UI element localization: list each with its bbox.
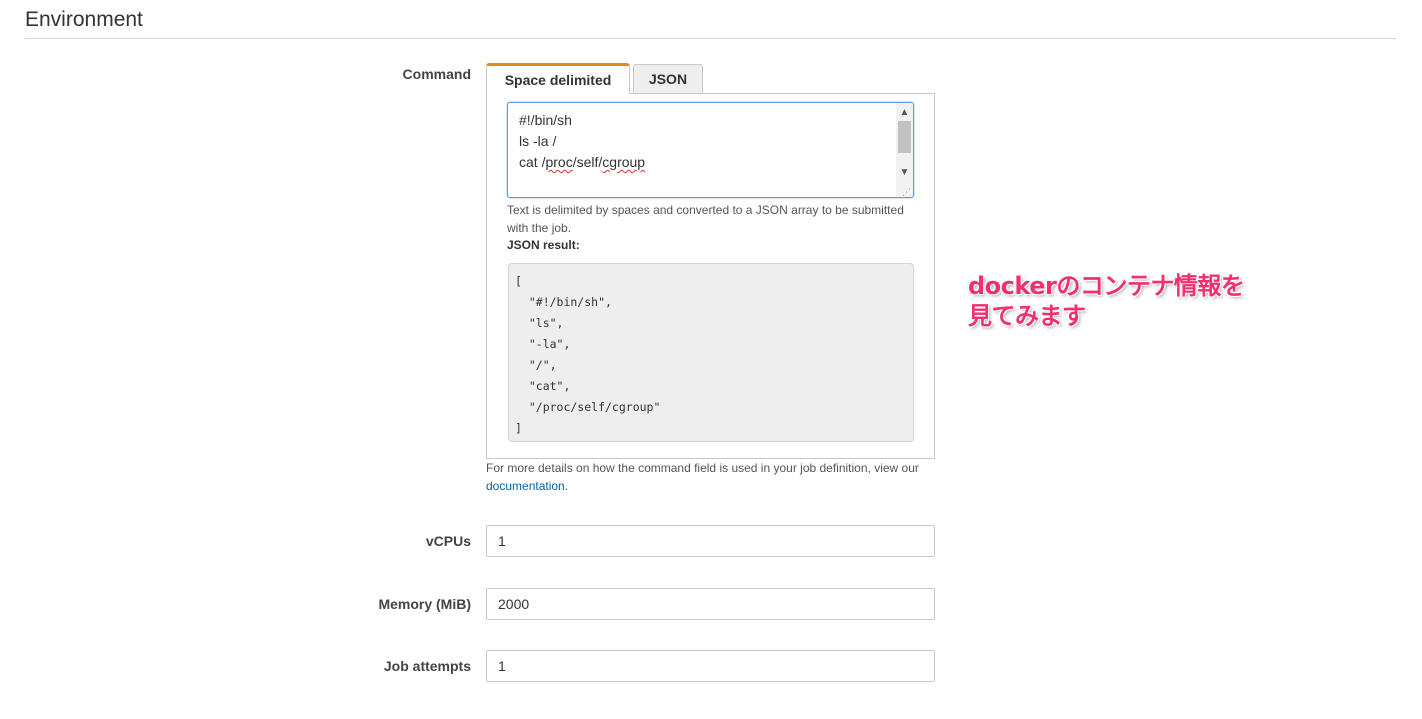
doc-text-suffix: .	[564, 479, 569, 493]
section-divider	[25, 38, 1396, 39]
job-attempts-label: Job attempts	[383, 658, 471, 674]
json-result-line: "cat",	[515, 379, 571, 393]
json-result-label: JSON result:	[507, 238, 580, 252]
command-line: cat /proc/self/cgroup	[519, 154, 645, 170]
scroll-thumb[interactable]	[898, 121, 911, 153]
annotation-line: 見てみます	[968, 302, 1086, 330]
tab-space-delimited[interactable]: Space delimited	[486, 63, 630, 94]
section-title: Environment	[25, 8, 143, 31]
command-line: ls -la /	[519, 133, 557, 149]
memory-input[interactable]	[486, 588, 935, 620]
json-result-line: [	[515, 274, 522, 288]
tab-json[interactable]: JSON	[633, 64, 703, 93]
textarea-scrollbar[interactable]: ▲ ▼	[896, 103, 913, 197]
scroll-down-arrow-icon[interactable]: ▼	[896, 164, 913, 180]
command-line-segment: /self/	[572, 154, 603, 170]
command-textarea[interactable]: #!/bin/sh ls -la / cat /proc/self/cgroup…	[507, 102, 914, 198]
json-result-line: "-la",	[515, 337, 571, 351]
annotation-callout: dockerのコンテナ情報を 見てみます	[968, 271, 1268, 331]
spellcheck-segment: proc	[545, 154, 573, 170]
resize-grip-icon[interactable]: ⋰	[902, 188, 911, 197]
json-result-line: "/proc/self/cgroup"	[515, 400, 661, 414]
json-result-line: "ls",	[515, 316, 564, 330]
command-line-segment: cat /	[519, 154, 546, 170]
spellcheck-segment: cgroup	[602, 154, 646, 170]
json-result-box: [ "#!/bin/sh", "ls", "-la", "/", "cat", …	[508, 263, 914, 442]
command-label: Command	[402, 66, 471, 82]
annotation-line: dockerのコンテナ情報を	[968, 272, 1245, 300]
scroll-up-arrow-icon[interactable]: ▲	[896, 104, 913, 120]
command-help-text: Text is delimited by spaces and converte…	[507, 203, 904, 235]
command-line: #!/bin/sh	[519, 112, 572, 128]
vcpus-input[interactable]	[486, 525, 935, 557]
memory-label: Memory (MiB)	[378, 596, 471, 612]
json-result-line: "/",	[515, 358, 557, 372]
command-doc-text: For more details on how the command fiel…	[486, 459, 956, 495]
job-attempts-input[interactable]	[486, 650, 935, 682]
json-result-line: ]	[515, 421, 522, 435]
json-result-line: "#!/bin/sh",	[515, 295, 612, 309]
doc-text-prefix: For more details on how the command fiel…	[486, 461, 919, 475]
vcpus-label: vCPUs	[425, 533, 471, 549]
documentation-link[interactable]: documentation	[486, 479, 565, 493]
